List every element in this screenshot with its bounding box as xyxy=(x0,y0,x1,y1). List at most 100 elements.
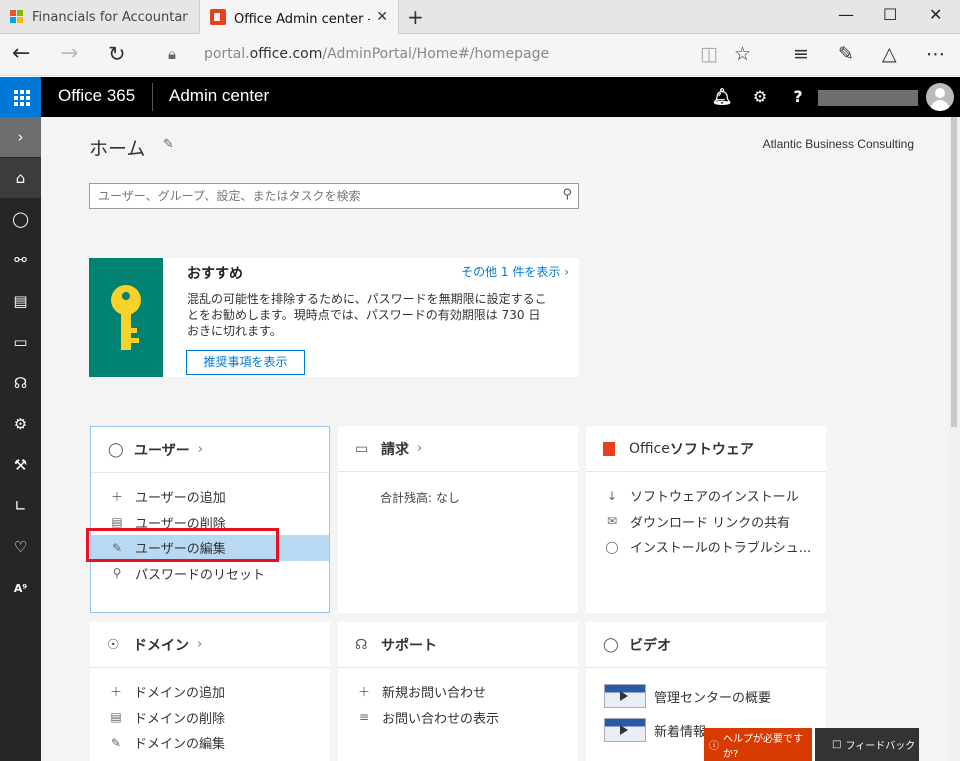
app-launcher-icon[interactable] xyxy=(0,77,41,117)
support-card-title: サポート xyxy=(381,637,437,654)
close-tab-icon[interactable]: ✕ xyxy=(376,9,388,25)
pencil-icon: ✎ xyxy=(110,735,122,750)
groups-icon[interactable]: ⚯ xyxy=(0,240,41,280)
add-domain-link[interactable]: ＋ ドメインの追加 xyxy=(90,679,330,705)
office-logo-icon xyxy=(603,441,623,457)
install-software-link[interactable]: ↓ ソフトウェアのインストール xyxy=(586,483,826,509)
chevron-right-icon: › xyxy=(417,441,423,456)
link-label: インストールのトラブルシュ... xyxy=(630,541,812,557)
more-icon[interactable]: ⋯ xyxy=(926,43,945,65)
reset-password-link[interactable]: ⚲ パスワードのリセット xyxy=(91,561,329,587)
settings-icon[interactable]: ⚙ xyxy=(0,404,41,444)
troubleshoot-install-link[interactable]: ◯ インストールのトラブルシュ... xyxy=(586,534,826,560)
link-label: 管理センターの概要 xyxy=(654,690,772,706)
scrollbar-thumb[interactable] xyxy=(951,117,957,427)
page-scrollbar[interactable] xyxy=(949,117,960,761)
lightbulb-icon: ◯ xyxy=(603,636,619,653)
tab-label: Office Admin center - ホ xyxy=(234,11,370,27)
expand-nav-chevron-icon[interactable]: › xyxy=(0,117,41,157)
hub-icon[interactable]: ≡ xyxy=(793,43,809,65)
user-avatar[interactable] xyxy=(926,83,954,111)
admin-centers-icon[interactable]: A⁹ xyxy=(0,568,41,608)
support-headset-icon[interactable]: ☊ xyxy=(0,363,41,403)
software-card-title: ソフトウェア xyxy=(669,441,754,458)
resources-icon[interactable]: ▤ xyxy=(0,281,41,321)
header-divider xyxy=(152,83,153,111)
total-balance: 合計残高: なし xyxy=(380,491,460,505)
close-window-button[interactable]: ✕ xyxy=(929,5,942,24)
key-icon xyxy=(111,285,141,350)
refresh-button[interactable]: ↻ xyxy=(108,42,126,66)
link-label: 新着情報 xyxy=(654,724,707,740)
help-circle-icon: ⓘ xyxy=(709,741,719,752)
office-logo-icon xyxy=(210,9,226,25)
home-icon[interactable]: ⌂ xyxy=(0,158,41,198)
video-card-header[interactable]: ◯ ビデオ xyxy=(586,622,826,668)
favorite-star-icon[interactable]: ☆ xyxy=(734,43,751,65)
users-card-header[interactable]: ◯ ユーザー › xyxy=(91,427,329,473)
office365-brand[interactable]: Office 365 xyxy=(58,86,135,106)
new-service-request-link[interactable]: ＋ 新規お問い合わせ xyxy=(338,679,578,705)
video-card-title: ビデオ xyxy=(629,637,671,654)
video-thumbnail xyxy=(604,684,646,708)
domains-card-title: ドメイン xyxy=(133,637,189,654)
organization-name: Atlantic Business Consulting xyxy=(762,137,914,151)
edit-pencil-icon[interactable]: ✎ xyxy=(163,137,174,152)
view-recommendation-button[interactable]: 推奨事項を表示 xyxy=(186,350,305,375)
download-icon: ↓ xyxy=(606,488,618,503)
users-icon[interactable]: ◯ xyxy=(0,199,41,239)
billing-card-header[interactable]: ▭ 請求 › xyxy=(338,426,578,472)
chevron-right-icon: › xyxy=(197,442,203,457)
back-button[interactable]: ← xyxy=(12,42,30,66)
billing-icon: ▭ xyxy=(355,440,369,457)
billing-icon[interactable]: ▭ xyxy=(0,322,41,362)
settings-gear-icon[interactable]: ⚙ xyxy=(747,85,773,109)
domains-links: ＋ ドメインの追加 ▤ ドメインの削除 ✎ ドメインの編集 xyxy=(90,679,330,756)
left-nav-rail: › ⌂ ◯ ⚯ ▤ ▭ ☊ ⚙ ⚒ ∟ ♡ A⁹ xyxy=(0,117,41,761)
setup-wrench-icon[interactable]: ⚒ xyxy=(0,445,41,485)
feedback-button[interactable]: □ フィードバック xyxy=(815,728,919,761)
need-help-button[interactable]: ⓘ ヘルプが必要ですか? xyxy=(704,728,812,761)
show-more-label: その他 1 件を表示 xyxy=(461,265,561,279)
url-field[interactable]: portal.office.com/AdminPortal/Home#/home… xyxy=(204,46,549,62)
health-icon[interactable]: ♡ xyxy=(0,527,41,567)
support-card-header[interactable]: ☊ サポート xyxy=(338,622,578,668)
view-service-requests-link[interactable]: ≡ お問い合わせの表示 xyxy=(338,705,578,731)
add-user-link[interactable]: ＋ ユーザーの追加 xyxy=(91,484,329,510)
office-software-card-header[interactable]: Office ソフトウェア xyxy=(586,426,826,472)
app-name: Admin center xyxy=(169,86,270,105)
browser-tab-bar: Financials for Accountants– Office Admin… xyxy=(0,0,960,34)
share-icon[interactable]: △ xyxy=(882,43,897,65)
maximize-button[interactable]: ☐ xyxy=(883,5,897,24)
link-label: 新規お問い合わせ xyxy=(382,686,487,702)
web-note-icon[interactable]: ✎ xyxy=(838,43,854,65)
office365-header: Office 365 Admin center 🔔︎ ⚙ ? xyxy=(0,77,960,117)
browser-tab-financials[interactable]: Financials for Accountants– xyxy=(0,0,198,34)
link-label: ダウンロード リンクの共有 xyxy=(630,515,791,531)
show-more-link[interactable]: その他 1 件を表示 › xyxy=(461,263,569,280)
notifications-bell-icon[interactable]: 🔔︎ xyxy=(709,85,735,109)
new-tab-button[interactable]: + xyxy=(407,5,424,29)
domains-card-header[interactable]: ☉ ドメイン › xyxy=(90,622,330,668)
search-input[interactable] xyxy=(90,184,550,208)
admin-center-overview-video[interactable]: 管理センターの概要 xyxy=(586,679,826,713)
minimize-button[interactable]: — xyxy=(838,5,854,24)
page-title: ホーム xyxy=(89,138,146,160)
search-icon[interactable]: ⚲ xyxy=(562,187,572,202)
help-question-icon[interactable]: ? xyxy=(785,85,811,109)
edit-domain-link[interactable]: ✎ ドメインの編集 xyxy=(90,730,330,756)
billing-card: ▭ 請求 › 合計残高: なし xyxy=(338,426,578,613)
url-prefix: portal. xyxy=(204,46,250,62)
link-label: パスワードのリセット xyxy=(135,567,266,583)
share-download-link[interactable]: ✉ ダウンロード リンクの共有 xyxy=(586,509,826,535)
support-links: ＋ 新規お問い合わせ ≡ お問い合わせの表示 xyxy=(338,679,578,730)
browser-tab-admin-center[interactable]: Office Admin center - ホ ✕ xyxy=(199,0,399,34)
delete-domain-link[interactable]: ▤ ドメインの削除 xyxy=(90,705,330,731)
reading-view-icon[interactable]: ◫ xyxy=(700,43,718,65)
redacted-username[interactable] xyxy=(818,90,918,106)
recommendation-body: 混乱の可能性を排除するために、パスワードを無期限に設定することをお勧めします。現… xyxy=(187,292,547,338)
plus-icon: ＋ xyxy=(357,685,370,700)
headset-icon: ☊ xyxy=(355,636,368,653)
reports-chart-icon[interactable]: ∟ xyxy=(0,486,41,526)
forward-button[interactable]: → xyxy=(60,42,78,66)
